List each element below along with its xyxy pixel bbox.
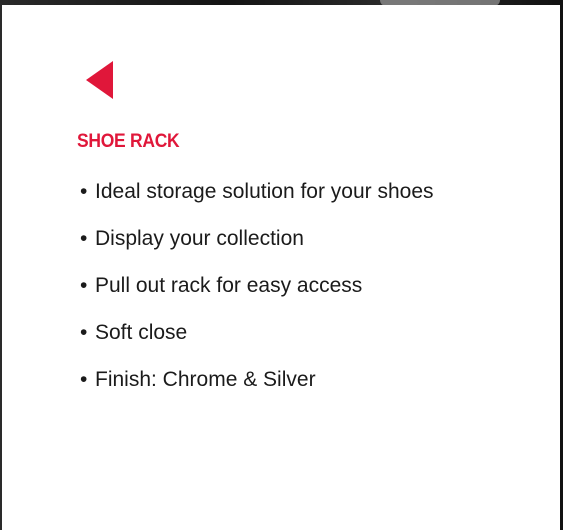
bullet-icon: • <box>80 274 88 297</box>
feature-text: Pull out rack for easy access <box>95 274 363 297</box>
feature-list: • Ideal storage solution for your shoes •… <box>80 177 434 412</box>
triangle-left-icon <box>86 61 113 99</box>
back-arrow-icon[interactable] <box>86 61 114 99</box>
bullet-icon: • <box>80 227 88 250</box>
bullet-icon: • <box>80 321 88 344</box>
feature-item: • Ideal storage solution for your shoes <box>80 177 434 224</box>
panel-title: SHOE RACK <box>77 131 180 152</box>
feature-item: • Soft close <box>80 318 434 365</box>
feature-text: Soft close <box>95 321 188 344</box>
feature-text: Ideal storage solution for your shoes <box>95 180 434 203</box>
info-panel: SHOE RACK • Ideal storage solution for yo… <box>2 5 560 530</box>
bullet-icon: • <box>80 180 88 203</box>
feature-item: • Display your collection <box>80 224 434 271</box>
feature-text: Display your collection <box>95 227 304 250</box>
feature-text: Finish: Chrome & Silver <box>95 368 316 391</box>
feature-item: • Finish: Chrome & Silver <box>80 365 434 412</box>
bullet-icon: • <box>80 368 88 391</box>
feature-item: • Pull out rack for easy access <box>80 271 434 318</box>
